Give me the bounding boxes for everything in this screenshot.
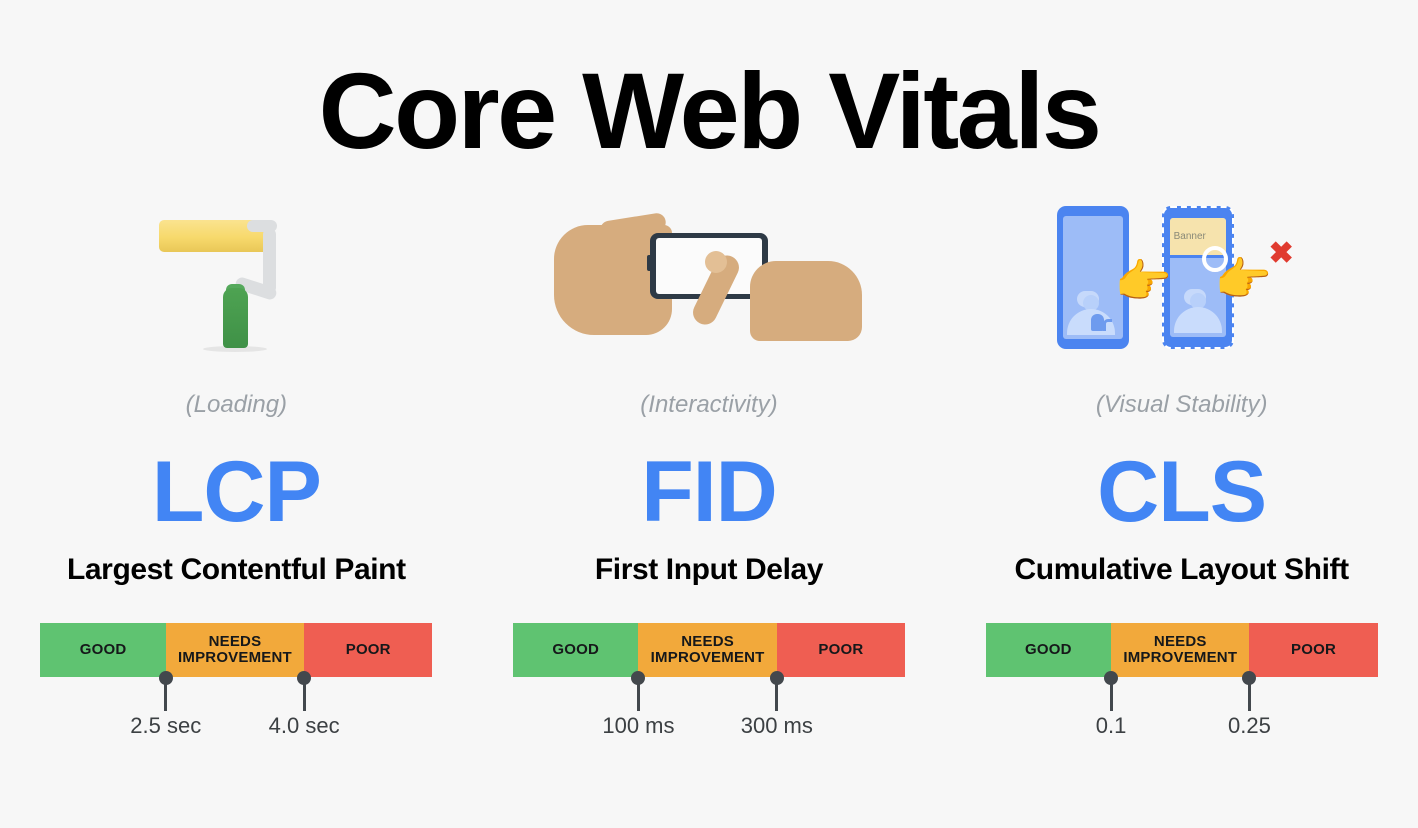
marker-stem bbox=[1247, 679, 1251, 711]
threshold-bar-block-lcp: GOOD NEEDS IMPROVEMENT POOR 2.5 sec 4.0 … bbox=[40, 623, 433, 749]
needs-improvement-line2: IMPROVEMENT bbox=[1123, 649, 1238, 666]
threshold-value-good-max-fid: 100 ms bbox=[602, 713, 675, 738]
hands-tapping-phone-icon bbox=[553, 211, 864, 343]
threshold-value-good-max-cls: 0.1 bbox=[1095, 713, 1127, 738]
red-x-icon: ✖ bbox=[1268, 236, 1294, 270]
metric-icon-cls: Banner 👉 👉 ✖ bbox=[945, 190, 1418, 365]
threshold-segment-poor: POOR bbox=[1249, 623, 1378, 677]
marker-stem bbox=[636, 679, 640, 711]
metric-fullname-lcp: Largest Contentful Paint bbox=[66, 553, 406, 586]
pointing-hand-icon-left: 👉 bbox=[1114, 254, 1172, 307]
threshold-bar-block-fid: GOOD NEEDS IMPROVEMENT POOR 100 ms 300 m… bbox=[512, 623, 905, 749]
threshold-segment-good: GOOD bbox=[985, 623, 1112, 677]
threshold-markers-lcp: 2.5 sec 4.0 sec bbox=[40, 671, 432, 749]
metric-aspect-cls: (Visual Stability) bbox=[1095, 391, 1268, 418]
metric-acronym-cls: CLS bbox=[1097, 444, 1267, 540]
metric-column-fid: (Interactivity) FID First Input Delay GO… bbox=[473, 190, 946, 749]
banner-label: Banner bbox=[1173, 230, 1206, 242]
metric-acronym-lcp: LCP bbox=[151, 444, 322, 540]
metric-icon-fid bbox=[473, 190, 946, 365]
threshold-segment-needs-improvement: NEEDS IMPROVEMENT bbox=[165, 623, 305, 677]
threshold-value-good-max-lcp: 2.5 sec bbox=[130, 713, 202, 738]
metric-columns: (Loading) LCP Largest Contentful Paint G… bbox=[0, 190, 1418, 749]
threshold-segment-needs-improvement: NEEDS IMPROVEMENT bbox=[638, 623, 777, 677]
metric-icon-lcp bbox=[0, 190, 473, 365]
paint-roller-handle bbox=[223, 287, 249, 348]
threshold-value-needs-max-lcp: 4.0 sec bbox=[268, 713, 340, 738]
threshold-value-needs-max-fid: 300 ms bbox=[740, 713, 813, 738]
marker-stem bbox=[1109, 679, 1113, 711]
metric-aspect-fid: (Interactivity) bbox=[640, 391, 778, 418]
hill-shape bbox=[1173, 306, 1222, 333]
finger-tip bbox=[704, 250, 727, 273]
metric-column-lcp: (Loading) LCP Largest Contentful Paint G… bbox=[0, 190, 473, 749]
marker-stem bbox=[302, 679, 306, 711]
page-title: Core Web Vitals bbox=[318, 50, 1102, 171]
threshold-segment-good: GOOD bbox=[40, 623, 166, 677]
right-hand-icon bbox=[749, 260, 862, 341]
core-web-vitals-infographic: Core Web Vitals (Loading) LCP Largest Co… bbox=[0, 0, 1418, 828]
pointing-hand-icon-right: 👉 bbox=[1214, 252, 1272, 305]
phone-side-button bbox=[646, 254, 652, 271]
needs-improvement-line2: IMPROVEMENT bbox=[650, 649, 765, 666]
threshold-segment-poor: POOR bbox=[776, 623, 905, 677]
cat-body-shape bbox=[1090, 313, 1104, 331]
cat-tail-shape bbox=[1102, 318, 1112, 331]
threshold-bar-block-cls: GOOD NEEDS IMPROVEMENT POOR 0.1 0.25 bbox=[985, 623, 1378, 749]
marker-stem bbox=[164, 679, 168, 711]
threshold-markers-fid: 100 ms 300 ms bbox=[513, 671, 905, 749]
marker-stem bbox=[775, 679, 779, 711]
threshold-bar-lcp: GOOD NEEDS IMPROVEMENT POOR bbox=[40, 623, 433, 677]
metric-acronym-fid: FID bbox=[641, 444, 778, 540]
metric-fullname-fid: First Input Delay bbox=[594, 553, 824, 586]
needs-improvement-line1: NEEDS bbox=[681, 633, 734, 651]
layout-shift-phones-icon: Banner 👉 👉 ✖ bbox=[1056, 198, 1307, 358]
paint-roller-icon bbox=[151, 198, 321, 358]
threshold-markers-cls: 0.1 0.25 bbox=[986, 671, 1378, 749]
metric-fullname-cls: Cumulative Layout Shift bbox=[1014, 553, 1350, 586]
threshold-segment-needs-improvement: NEEDS IMPROVEMENT bbox=[1111, 623, 1250, 677]
metric-aspect-lcp: (Loading) bbox=[185, 391, 288, 418]
needs-improvement-line1: NEEDS bbox=[1153, 633, 1207, 651]
threshold-value-needs-max-cls: 0.25 bbox=[1228, 713, 1271, 738]
needs-improvement-line2: IMPROVEMENT bbox=[178, 649, 292, 666]
threshold-segment-poor: POOR bbox=[304, 623, 433, 677]
threshold-bar-fid: GOOD NEEDS IMPROVEMENT POOR bbox=[512, 623, 905, 677]
needs-improvement-line1: NEEDS bbox=[208, 633, 262, 651]
threshold-bar-cls: GOOD NEEDS IMPROVEMENT POOR bbox=[985, 623, 1378, 677]
metric-column-cls: Banner 👉 👉 ✖ (Visual Stability) CLS Cumu… bbox=[945, 190, 1418, 749]
threshold-segment-good: GOOD bbox=[512, 623, 639, 677]
paint-roller-frame bbox=[263, 227, 277, 294]
phone-screen-before bbox=[1062, 215, 1123, 339]
